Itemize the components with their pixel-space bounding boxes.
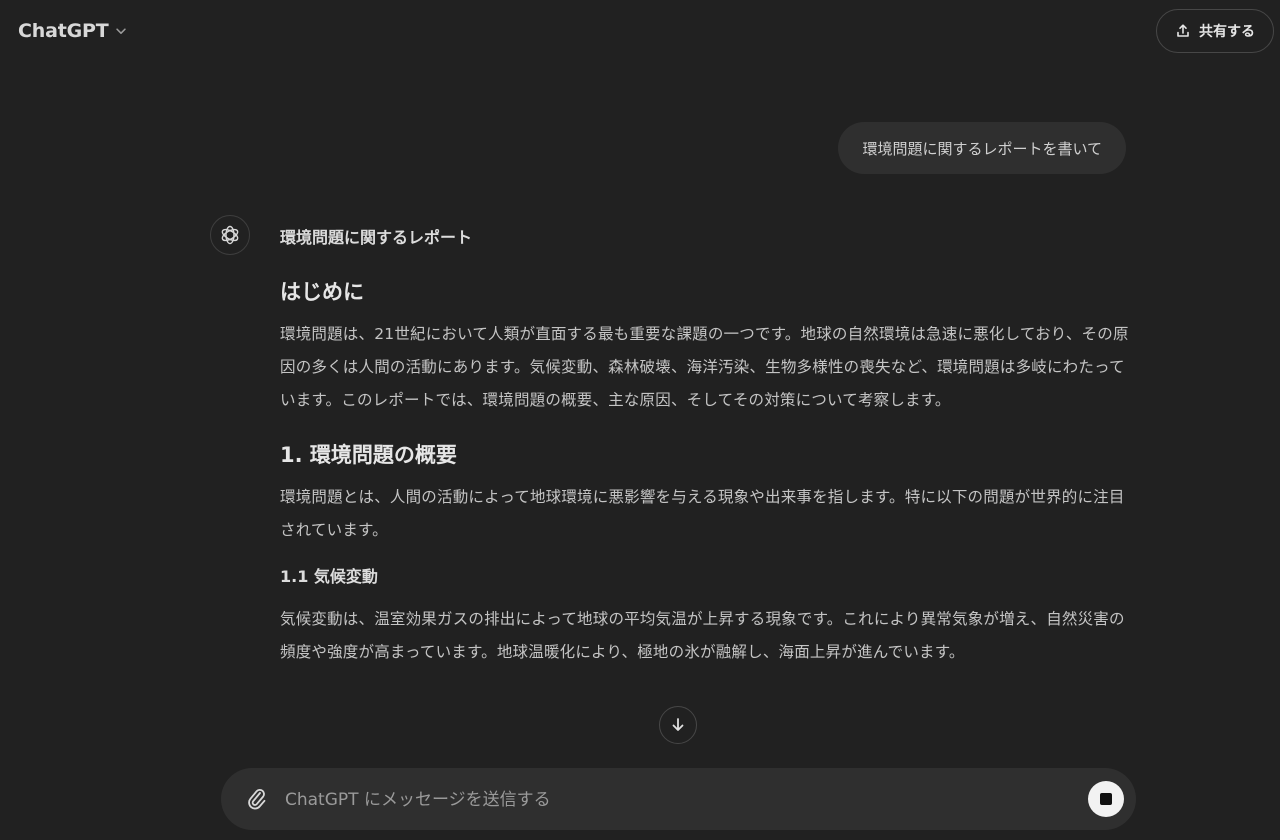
header: ChatGPT 共有する — [0, 0, 1280, 62]
chevron-down-icon — [114, 24, 128, 38]
user-message-text: 環境問題に関するレポートを書いて — [862, 139, 1102, 158]
assistant-avatar — [210, 215, 250, 255]
report-title: 環境問題に関するレポート — [280, 228, 473, 247]
upload-icon — [1175, 23, 1191, 39]
user-message-bubble: 環境問題に関するレポートを書いて — [838, 122, 1126, 174]
message-composer — [221, 768, 1136, 832]
stop-icon — [1100, 793, 1112, 805]
stop-generating-button[interactable] — [1088, 781, 1124, 817]
attach-button[interactable] — [243, 785, 269, 813]
chat-app: ChatGPT 共有する 環境問題に関するレポートを書いて 環境問題に関するレポ… — [0, 0, 1280, 840]
share-button[interactable]: 共有する — [1156, 9, 1274, 53]
paragraph-climate: 気候変動は、温室効果ガスの排出によって地球の平均気温が上昇する現象です。これによ… — [280, 610, 1125, 661]
section-heading-intro: はじめに — [280, 280, 364, 304]
assistant-message: 環境問題に関するレポート はじめに 環境問題は、21世紀において人類が直面する最… — [280, 222, 1130, 669]
section-heading-overview: 1. 環境問題の概要 — [280, 443, 457, 467]
paragraph-intro: 環境問題は、21世紀において人類が直面する最も重要な課題の一つです。地球の自然環… — [280, 325, 1129, 409]
model-selector[interactable]: ChatGPT — [10, 14, 136, 48]
message-input[interactable] — [283, 768, 1067, 832]
share-label: 共有する — [1199, 23, 1255, 39]
openai-logo-icon — [218, 223, 242, 247]
subsection-heading-climate: 1.1 気候変動 — [280, 567, 378, 586]
paperclip-icon — [245, 786, 267, 812]
scroll-to-bottom-button[interactable] — [659, 706, 697, 744]
paragraph-overview: 環境問題とは、人間の活動によって地球環境に悪影響を与える現象や出来事を指します。… — [280, 488, 1125, 539]
arrow-down-icon — [669, 716, 687, 734]
model-name: ChatGPT — [18, 20, 109, 42]
